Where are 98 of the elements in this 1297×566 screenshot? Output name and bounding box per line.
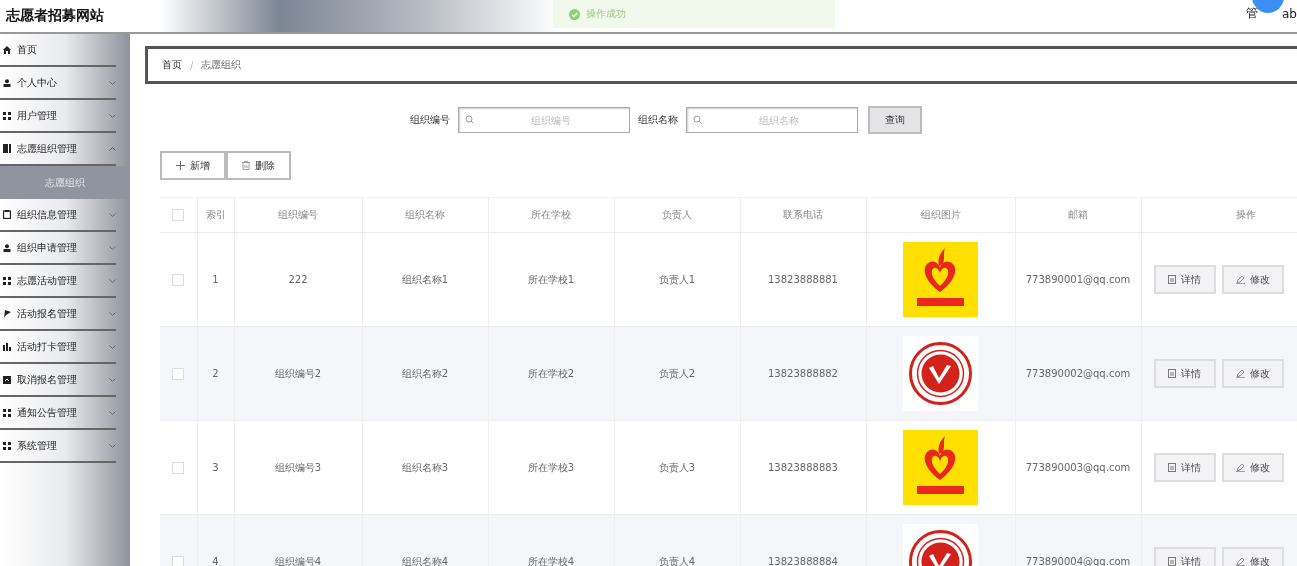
grid-icon xyxy=(3,276,11,285)
checkbox[interactable] xyxy=(172,273,185,286)
checkbox[interactable] xyxy=(172,555,185,566)
sidebar-item[interactable]: 取消报名管理 xyxy=(0,364,116,397)
grid-icon xyxy=(3,441,11,450)
checkbox[interactable] xyxy=(172,461,185,474)
document-icon xyxy=(1168,463,1176,472)
bar-chart-icon xyxy=(3,342,11,351)
sidebar-item[interactable]: 系统管理 xyxy=(0,430,116,463)
column-header: 组织图片 xyxy=(920,209,961,220)
table-cell: 773890003@qq.com xyxy=(1025,462,1131,473)
document-icon xyxy=(3,375,11,384)
delete-button[interactable]: 删除 xyxy=(226,151,291,180)
checkbox[interactable] xyxy=(172,367,185,380)
sidebar-item[interactable]: 首页 xyxy=(0,34,116,67)
search-field[interactable]: 组织编号 xyxy=(458,107,630,133)
document-icon xyxy=(1168,369,1176,378)
pencil-icon xyxy=(1235,557,1245,566)
column-header: 组织名称 xyxy=(405,209,445,220)
table-cell: 所在学校3 xyxy=(527,461,575,473)
plus-icon xyxy=(176,161,185,170)
column-header: 组织编号 xyxy=(278,209,318,220)
table-cell: 组织编号3 xyxy=(274,461,322,473)
site-title: 志愿者招募网站 xyxy=(5,7,104,25)
search-button[interactable]: 查询 xyxy=(868,106,922,134)
pencil-icon xyxy=(1235,369,1245,378)
user-name: ab xyxy=(1282,6,1297,21)
table-cell: 所在学校4 xyxy=(527,555,575,566)
table-cell: 1 xyxy=(212,274,219,285)
table-cell: 组织编号2 xyxy=(274,367,322,379)
table-cell: 773890001@qq.com xyxy=(1025,274,1131,285)
table-cell: 负责人1 xyxy=(658,273,696,285)
field-label: 组织名称 xyxy=(638,113,678,127)
table-cell: 组织名称1 xyxy=(401,273,449,285)
column-header: 邮箱 xyxy=(1068,209,1088,220)
details-button[interactable]: 详情 xyxy=(1153,547,1216,566)
table-cell: 222 xyxy=(288,274,308,285)
checkbox[interactable] xyxy=(172,209,185,221)
table-cell: 4 xyxy=(212,556,219,566)
sidebar-item[interactable]: 志愿活动管理 xyxy=(0,265,116,298)
table-cell: 13823888884 xyxy=(768,556,838,566)
breadcrumb-link[interactable]: 首页 xyxy=(162,58,182,72)
column-header: 操作 xyxy=(1235,209,1256,220)
grid-icon xyxy=(3,111,11,120)
table-cell: 组织名称2 xyxy=(401,367,449,379)
user-name: 管 xyxy=(1246,5,1258,22)
column-header: 所在学校 xyxy=(531,209,571,220)
table-cell: 13823888882 xyxy=(768,368,838,379)
details-button[interactable]: 详情 xyxy=(1153,265,1216,294)
breadcrumb-separator: / xyxy=(190,59,194,71)
details-button[interactable]: 详情 xyxy=(1153,359,1216,388)
table-cell: 组织名称3 xyxy=(401,461,449,473)
table-cell: 13823888881 xyxy=(768,274,838,285)
home-icon xyxy=(3,45,11,54)
sidebar-item[interactable]: 活动打卡管理 xyxy=(0,331,116,364)
table-cell: 2 xyxy=(212,368,219,379)
details-button[interactable]: 详情 xyxy=(1153,453,1216,482)
edit-button[interactable]: 修改 xyxy=(1221,265,1284,294)
table-cell: 组织编号4 xyxy=(274,555,322,566)
clipboard-icon xyxy=(3,210,11,219)
grid-icon xyxy=(3,408,11,417)
table-cell: 13823888883 xyxy=(768,462,838,473)
person-icon xyxy=(3,243,11,252)
person-icon xyxy=(3,78,11,87)
search-icon xyxy=(693,115,702,124)
toast-message: 操作成功 xyxy=(586,7,626,21)
book-icon xyxy=(3,144,11,153)
table-cell: 负责人2 xyxy=(658,367,696,379)
edit-button[interactable]: 修改 xyxy=(1221,453,1284,482)
column-header: 联系电话 xyxy=(783,209,823,220)
add-button[interactable]: 新增 xyxy=(160,151,226,180)
sidebar-item[interactable]: 用户管理 xyxy=(0,100,116,133)
trash-icon xyxy=(242,161,250,170)
column-header: 索引 xyxy=(205,209,226,220)
sidebar-item[interactable]: 组织申请管理 xyxy=(0,232,116,265)
sidebar-item[interactable]: 个人中心 xyxy=(0,67,116,100)
pencil-icon xyxy=(1235,463,1245,472)
table-cell: 773890002@qq.com xyxy=(1025,368,1131,379)
edit-button[interactable]: 修改 xyxy=(1221,359,1284,388)
sidebar-item[interactable]: 活动报名管理 xyxy=(0,298,116,331)
table-cell: 所在学校1 xyxy=(527,273,575,285)
sidebar-item[interactable]: 组织信息管理 xyxy=(0,199,116,232)
search-field[interactable]: 组织名称 xyxy=(686,107,858,133)
edit-button[interactable]: 修改 xyxy=(1221,547,1284,566)
table-cell: 负责人4 xyxy=(658,555,696,566)
table-cell: 组织名称4 xyxy=(401,555,449,566)
table-cell: 所在学校2 xyxy=(527,367,575,379)
sidebar-item[interactable]: 通知公告管理 xyxy=(0,397,116,430)
document-icon xyxy=(1168,557,1176,566)
flag-icon xyxy=(3,309,11,318)
success-check-icon xyxy=(569,8,580,20)
column-header: 负责人 xyxy=(662,209,692,220)
pencil-icon xyxy=(1235,275,1245,284)
table-cell: 负责人3 xyxy=(658,461,696,473)
table-cell: 3 xyxy=(212,462,219,473)
field-label: 组织编号 xyxy=(410,113,450,127)
document-icon xyxy=(1168,275,1176,284)
search-icon xyxy=(465,115,474,124)
